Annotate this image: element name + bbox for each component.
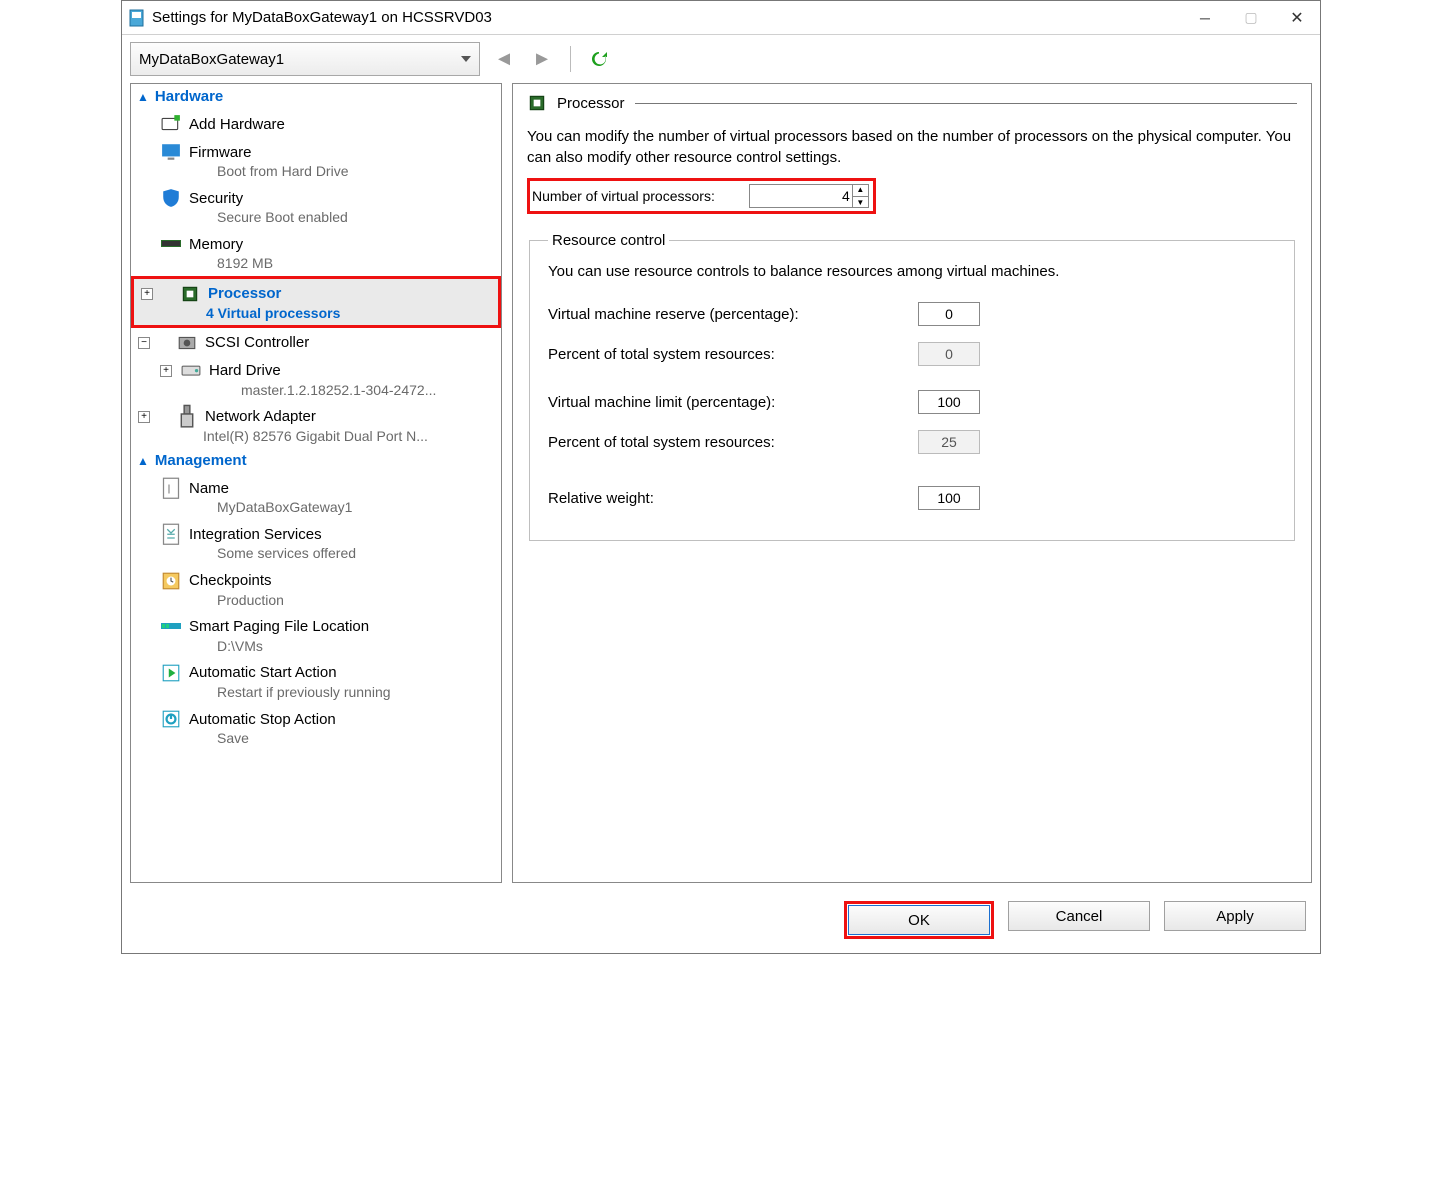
reserve-input[interactable]: 0 (918, 302, 980, 326)
toolbar-separator (570, 46, 571, 72)
scsi-icon (177, 334, 197, 352)
resource-control-desc: You can use resource controls to balance… (548, 263, 1276, 280)
window-title: Settings for MyDataBoxGateway1 on HCSSRV… (152, 9, 492, 26)
checkpoint-icon (161, 572, 181, 590)
vp-spinner[interactable]: ▲▼ (852, 184, 868, 208)
limit-pct-readonly: 25 (918, 430, 980, 454)
tree-item-processor[interactable]: + Processor 4 Virtual processors (131, 276, 501, 328)
tree-item-auto-stop[interactable]: Automatic Stop Action Save (131, 704, 501, 750)
name-icon: I (161, 479, 181, 497)
body: ▲ Hardware Add Hardware Firmware Boot fr… (122, 83, 1320, 891)
spinner-up-icon[interactable]: ▲ (853, 184, 868, 197)
tree-item-harddrive[interactable]: + Hard Drive master.1.2.18252.1-304-2472… (131, 356, 501, 402)
apply-button[interactable]: Apply (1164, 901, 1306, 931)
resource-control-legend: Resource control (548, 232, 669, 249)
network-icon (177, 408, 197, 426)
autostop-icon (161, 710, 181, 728)
collapse-icon: ▲ (137, 90, 149, 104)
settings-tree: ▲ Hardware Add Hardware Firmware Boot fr… (130, 83, 502, 883)
autostart-icon (161, 664, 181, 682)
section-hardware[interactable]: ▲ Hardware (131, 84, 501, 109)
collapse-icon: ▲ (137, 454, 149, 468)
toolbar: MyDataBoxGateway1 ◄ ► (122, 35, 1320, 83)
tree-item-network-adapter[interactable]: + Network Adapter Intel(R) 82576 Gigabit… (131, 402, 501, 448)
tree-item-checkpoints[interactable]: Checkpoints Production (131, 566, 501, 612)
vp-input[interactable]: 4 ▲▼ (749, 184, 869, 208)
titlebar: Settings for MyDataBoxGateway1 on HCSSRV… (122, 1, 1320, 35)
maximize-button: ▢ (1228, 1, 1274, 35)
integration-icon (161, 525, 181, 543)
nav-back-button[interactable]: ◄ (490, 45, 518, 73)
memory-icon (161, 235, 181, 253)
content-panel: Processor You can modify the number of v… (512, 83, 1312, 883)
vm-selector-value: MyDataBoxGateway1 (139, 51, 284, 68)
dialog-footer: OK Cancel Apply (122, 891, 1320, 953)
vp-value: 4 (842, 188, 852, 204)
collapse-icon[interactable]: − (138, 337, 150, 349)
paging-icon (161, 618, 181, 636)
reserve-pct-readonly: 0 (918, 342, 980, 366)
tree-item-smart-paging[interactable]: Smart Paging File Location D:\VMs (131, 612, 501, 658)
add-hardware-icon (161, 115, 181, 133)
ok-button[interactable]: OK (848, 905, 990, 935)
panel-title: Processor (557, 95, 625, 112)
reserve-pct-row: Percent of total system resources: 0 (548, 334, 1276, 374)
expand-icon[interactable]: + (141, 288, 153, 300)
separator-line (635, 103, 1297, 104)
chip-icon (527, 94, 547, 112)
tree-item-name[interactable]: I Name MyDataBoxGateway1 (131, 473, 501, 519)
tree-item-scsi[interactable]: − SCSI Controller (131, 328, 501, 356)
close-button[interactable]: ✕ (1274, 1, 1320, 35)
tree-item-add-hardware[interactable]: Add Hardware (131, 109, 501, 137)
expand-icon[interactable]: + (160, 365, 172, 377)
virtual-processors-row: Number of virtual processors: 4 ▲▼ (527, 178, 876, 214)
shield-icon (161, 189, 181, 207)
resource-control-group: Resource control You can use resource co… (529, 232, 1295, 541)
section-management[interactable]: ▲ Management (131, 448, 501, 473)
tree-item-memory[interactable]: Memory 8192 MB (131, 229, 501, 275)
reserve-row: Virtual machine reserve (percentage): 0 (548, 294, 1276, 334)
vp-label: Number of virtual processors: (532, 188, 715, 204)
tree-item-integration[interactable]: Integration Services Some services offer… (131, 519, 501, 565)
expand-icon[interactable]: + (138, 411, 150, 423)
spinner-down-icon[interactable]: ▼ (853, 197, 868, 209)
tree-item-auto-start[interactable]: Automatic Start Action Restart if previo… (131, 658, 501, 704)
panel-description: You can modify the number of virtual pro… (527, 126, 1297, 168)
weight-input[interactable]: 100 (918, 486, 980, 510)
tree-item-firmware[interactable]: Firmware Boot from Hard Drive (131, 137, 501, 183)
monitor-icon (161, 143, 181, 161)
limit-row: Virtual machine limit (percentage): 100 (548, 382, 1276, 422)
tree-item-security[interactable]: Security Secure Boot enabled (131, 183, 501, 229)
nav-forward-button[interactable]: ► (528, 45, 556, 73)
chip-icon (180, 285, 200, 303)
weight-row: Relative weight: 100 (548, 478, 1276, 518)
harddrive-icon (181, 362, 201, 380)
cancel-button[interactable]: Cancel (1008, 901, 1150, 931)
minimize-button[interactable]: ─ (1182, 1, 1228, 35)
app-icon (128, 9, 146, 27)
svg-text:I: I (167, 482, 170, 496)
vm-selector-dropdown[interactable]: MyDataBoxGateway1 (130, 42, 480, 76)
ok-highlight: OK (844, 901, 994, 939)
panel-header: Processor (527, 94, 1297, 112)
limit-input[interactable]: 100 (918, 390, 980, 414)
settings-window: Settings for MyDataBoxGateway1 on HCSSRV… (121, 0, 1321, 954)
limit-pct-row: Percent of total system resources: 25 (548, 422, 1276, 462)
refresh-button[interactable] (585, 45, 613, 73)
